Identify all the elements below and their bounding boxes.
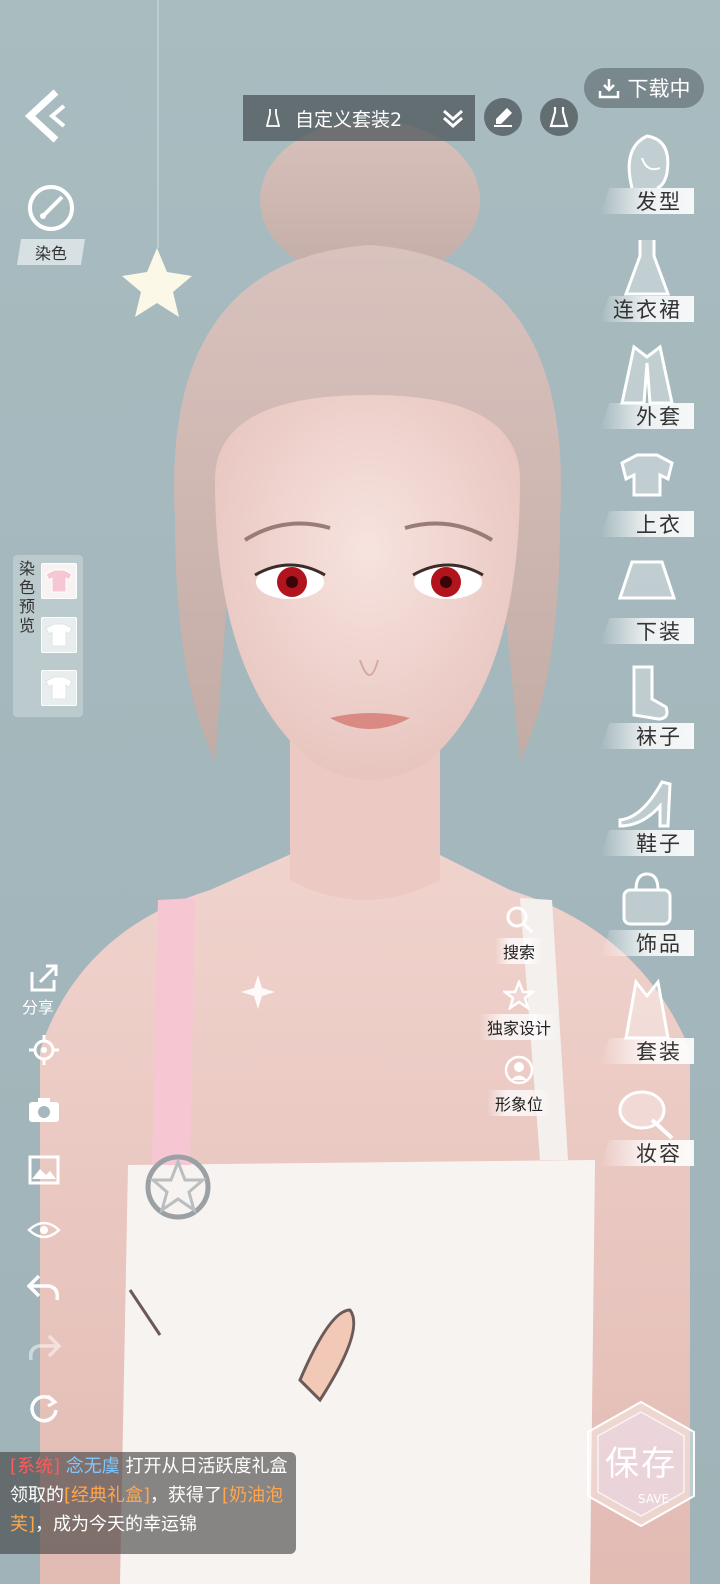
- category-skirt[interactable]: 下装: [600, 558, 700, 658]
- dress-icon: [549, 107, 569, 128]
- share-button[interactable]: [24, 958, 64, 998]
- dye-button[interactable]: 染色: [16, 185, 86, 269]
- category-shoes[interactable]: 鞋子: [600, 770, 700, 870]
- chat-text-2: ，获得了: [150, 1485, 223, 1506]
- preview-swatch-2[interactable]: [41, 617, 77, 653]
- back-arrow-icon: [24, 89, 66, 143]
- save-button[interactable]: 保存 SAVE: [582, 1398, 700, 1530]
- dye-preview-panel: 染 色 预 览: [13, 555, 83, 717]
- shirt-icon: [45, 676, 73, 700]
- makeup-icon: [618, 1090, 674, 1140]
- dress-outline-icon: [265, 109, 281, 127]
- image-slot-button[interactable]: 形象位: [474, 1054, 564, 1116]
- back-button[interactable]: [22, 88, 72, 144]
- search-icon: [506, 906, 534, 934]
- image-icon: [28, 1155, 60, 1185]
- category-label: 套装: [636, 1040, 682, 1064]
- share-label: 分享: [22, 998, 55, 1017]
- chat-text-3: ，成为今天的幸运锦: [35, 1514, 198, 1535]
- socks-icon: [632, 665, 669, 721]
- top-icon: [620, 453, 674, 497]
- gear-icon: [29, 1035, 59, 1065]
- preview-swatch-1[interactable]: [41, 563, 77, 599]
- dye-preview-label: 染 色 预 览: [18, 559, 35, 635]
- exclusive-design-button[interactable]: 独家设计: [474, 978, 564, 1040]
- save-sublabel: SAVE: [638, 1492, 670, 1506]
- category-dress[interactable]: 连衣裙: [600, 236, 700, 336]
- outfit-name: 自定义套装2: [295, 108, 403, 131]
- search-button[interactable]: 搜索: [474, 904, 564, 964]
- redo-button[interactable]: [24, 1328, 64, 1368]
- eye-icon: [27, 1221, 61, 1239]
- search-label: 搜索: [494, 938, 543, 964]
- reset-button[interactable]: [24, 1388, 64, 1428]
- category-label: 袜子: [636, 725, 682, 749]
- star-icon: [501, 978, 537, 1011]
- category-hair[interactable]: 发型: [600, 128, 700, 228]
- download-button[interactable]: 下载中: [584, 68, 704, 108]
- category-makeup[interactable]: 妆容: [600, 1080, 700, 1180]
- category-label: 发型: [636, 190, 682, 214]
- dye-label: 染色: [16, 239, 85, 265]
- undo-icon: [27, 1274, 60, 1301]
- bag-icon: [622, 872, 672, 926]
- suit-icon: [624, 978, 670, 1040]
- hair-icon: [627, 134, 670, 190]
- image-slot-label: 形象位: [486, 1090, 551, 1116]
- exclusive-design-label: 独家设计: [478, 1014, 559, 1040]
- shoes-icon: [618, 780, 672, 828]
- save-label: 保存: [605, 1444, 677, 1484]
- chat-tag: [系统]: [10, 1456, 61, 1477]
- preview-swatch-3[interactable]: [41, 670, 77, 706]
- system-chat-message[interactable]: [系统] 念无虞 打开从日活跃度礼盒领取的[经典礼盒]，获得了[奶油泡芙]，成为…: [0, 1452, 296, 1554]
- category-label: 鞋子: [636, 832, 682, 856]
- brush-icon: [494, 108, 512, 127]
- shirt-icon: [45, 569, 73, 593]
- brush-button[interactable]: [484, 98, 522, 136]
- outfit-dress-button[interactable]: [540, 98, 578, 136]
- category-label: 妆容: [636, 1142, 682, 1166]
- category-coat[interactable]: 外套: [600, 343, 700, 443]
- category-label: 下装: [636, 620, 682, 644]
- download-label: 下载中: [627, 77, 691, 101]
- category-label: 外套: [636, 405, 682, 429]
- category-accessories[interactable]: 饰品: [600, 870, 700, 970]
- undo-button[interactable]: [24, 1268, 64, 1308]
- chevron-down-icon: [443, 109, 463, 128]
- category-suit[interactable]: 套装: [600, 978, 700, 1078]
- download-icon: [598, 79, 619, 99]
- redo-icon: [28, 1334, 61, 1361]
- gallery-button[interactable]: [24, 1150, 64, 1190]
- share-icon: [30, 964, 58, 992]
- chat-item-1: [经典礼盒]: [64, 1485, 151, 1506]
- portrait-icon: [504, 1055, 534, 1085]
- category-top[interactable]: 上衣: [600, 451, 700, 551]
- category-label: 上衣: [636, 513, 682, 537]
- camera-button[interactable]: [24, 1090, 64, 1130]
- category-label: 饰品: [636, 932, 682, 956]
- hide-ui-button[interactable]: [24, 1210, 64, 1250]
- dress-icon: [623, 240, 671, 296]
- coat-icon: [620, 344, 674, 405]
- outfit-selector[interactable]: 自定义套装2: [243, 95, 475, 141]
- camera-icon: [29, 1098, 59, 1122]
- skirt-icon: [617, 560, 677, 600]
- chat-user: 念无虞: [65, 1456, 120, 1477]
- category-label: 连衣裙: [613, 298, 682, 322]
- category-socks[interactable]: 袜子: [600, 663, 700, 763]
- palette-icon: [28, 185, 74, 231]
- reset-icon: [30, 1394, 58, 1423]
- settings-button[interactable]: [24, 1030, 64, 1070]
- shirt-icon: [45, 623, 73, 647]
